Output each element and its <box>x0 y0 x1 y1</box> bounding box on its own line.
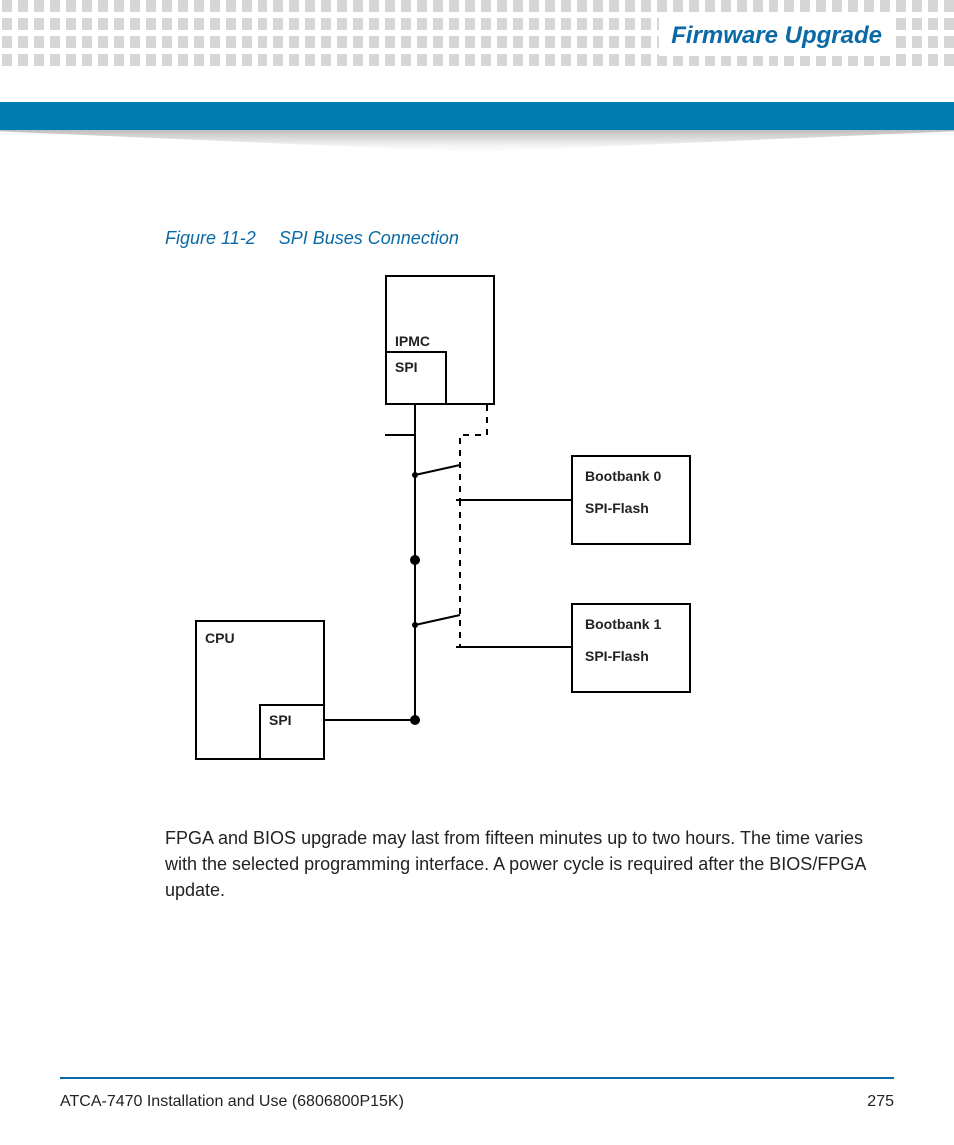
diagram-label-cpu-spi: SPI <box>269 712 292 728</box>
diagram-box-cpu-spi: SPI <box>259 704 325 760</box>
diagram-label-bb0-line2: SPI-Flash <box>585 500 649 516</box>
footer-page-number: 275 <box>867 1093 894 1111</box>
footer-doc-title: ATCA-7470 Installation and Use (6806800P… <box>60 1093 404 1111</box>
figure-title: SPI Buses Connection <box>279 228 459 248</box>
diagram-label-ipmc-spi: SPI <box>395 359 418 375</box>
diagram-label-cpu: CPU <box>205 630 235 646</box>
body-paragraph: FPGA and BIOS upgrade may last from fift… <box>165 825 885 903</box>
diagram-box-bootbank0: Bootbank 0 SPI-Flash <box>571 455 691 545</box>
header-shadow <box>0 130 954 152</box>
diagram-label-bb1-line2: SPI-Flash <box>585 648 649 664</box>
figure-diagram: IPMC SPI CPU SPI Bootbank 0 SPI-Flash Bo… <box>195 275 675 785</box>
figure-number: Figure 11-2 <box>165 228 256 248</box>
diagram-label-bb1-line1: Bootbank 1 <box>585 616 661 632</box>
diagram-label-ipmc: IPMC <box>395 333 430 349</box>
page-footer: ATCA-7470 Installation and Use (6806800P… <box>60 1093 894 1111</box>
diagram-box-ipmc-spi: SPI <box>385 351 447 405</box>
diagram-box-ipmc: IPMC SPI <box>385 275 495 405</box>
diagram-box-bootbank1: Bootbank 1 SPI-Flash <box>571 603 691 693</box>
page-content: Figure 11-2 SPI Buses Connection <box>165 228 885 903</box>
footer-rule <box>60 1077 894 1079</box>
figure-caption: Figure 11-2 SPI Buses Connection <box>165 228 885 249</box>
header-blue-bar <box>0 102 954 130</box>
diagram-label-bb0-line1: Bootbank 0 <box>585 468 661 484</box>
diagram-box-cpu: CPU SPI <box>195 620 325 760</box>
page-title: Firmware Upgrade <box>659 16 894 56</box>
